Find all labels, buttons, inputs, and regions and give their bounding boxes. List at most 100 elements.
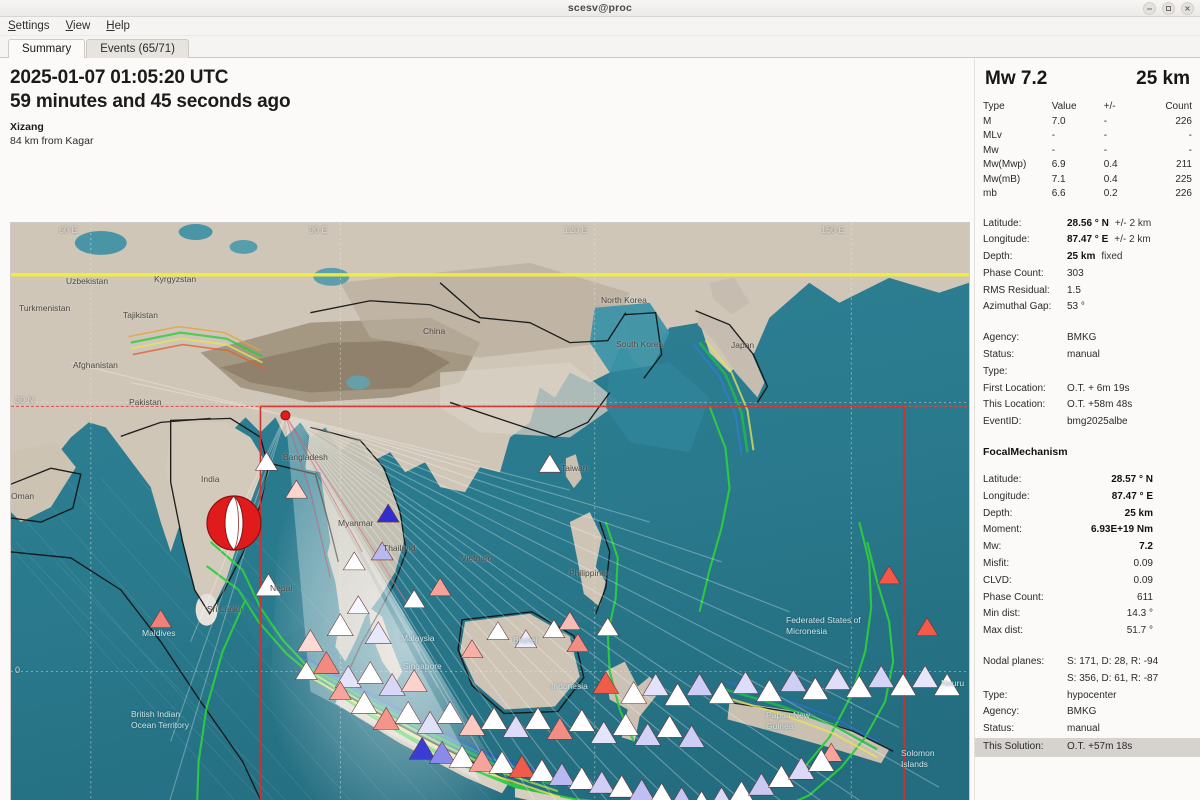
menu-view[interactable]: View: [66, 20, 91, 32]
magnitude-type: mb: [983, 188, 997, 199]
summary-magnitude: Mw 7.2: [985, 68, 1048, 89]
origin-first-location-label: First Location:: [983, 382, 1046, 394]
fm-misfit-value: 0.09: [1133, 558, 1153, 570]
tab-summary[interactable]: Summary: [8, 39, 86, 58]
table-row[interactable]: M 7.0 - 226: [983, 115, 1192, 130]
magnitude-count: 211: [1176, 159, 1192, 170]
fm-type-label: Type:: [983, 689, 1008, 701]
magnitude-type: Mw: [983, 144, 999, 156]
fm-status-value: manual: [1067, 723, 1100, 735]
nodal-plane-1-value: S: 171, D: 28, R: -94: [1067, 656, 1159, 668]
origin-agency-value: BMKG: [1067, 332, 1097, 344]
origin-depth-label: Depth:: [983, 251, 1013, 263]
magnitude-type: MLv: [983, 130, 1002, 141]
fm-this-solution-row[interactable]: This Solution: O.T. +57m 18s: [975, 738, 1200, 757]
fm-agency-row: Agency: BMKG: [983, 704, 1192, 721]
origin-latitude-uncertainty: +/- 2 km: [1114, 217, 1152, 229]
event-header: 2025-01-07 01:05:20 UTC 59 minutes and 4…: [0, 58, 974, 151]
fm-depth-value: 25 km: [1124, 507, 1153, 519]
magnitude-uncertainty: -: [1103, 130, 1108, 141]
origin-eventid-value: bmg2025albe: [1067, 416, 1128, 428]
origin-first-location-row: First Location: O.T. + 6m 19s: [983, 381, 1192, 398]
fm-clvd-label: CLVD:: [983, 574, 1012, 586]
fm-latitude-label: Latitude:: [983, 474, 1022, 486]
origin-first-location-value: O.T. + 6m 19s: [1067, 382, 1130, 394]
fm-phase-count-label: Phase Count:: [983, 591, 1044, 603]
fm-max-dist-row: Max dist: 51.7 °: [983, 623, 1192, 640]
fm-moment-row: Moment: 6.93E+19 Nm: [983, 522, 1192, 539]
magnitude-type: M: [983, 115, 992, 127]
fm-max-dist-value: 51.7 °: [1126, 625, 1153, 637]
fm-type-row: Type: hypocenter: [983, 688, 1192, 705]
origin-eventid-label: EventID:: [983, 416, 1022, 428]
magnitude-count: 225: [1175, 173, 1192, 185]
fm-phase-count-row: Phase Count: 611: [983, 590, 1192, 607]
origin-rms-row: RMS Residual: 1.5: [983, 283, 1192, 300]
fm-moment-value: 6.93E+19 Nm: [1091, 524, 1153, 536]
origin-longitude-label: Longitude:: [983, 234, 1030, 246]
magnitude-col-type: Type: [983, 101, 1005, 112]
origin-longitude-row: Longitude: 87.47 ° E +/- 2 km: [983, 232, 1192, 249]
fm-misfit-label: Misfit:: [983, 558, 1010, 570]
menu-help-rest: elp: [114, 20, 130, 32]
origin-azimuthal-gap-row: Azimuthal Gap: 53 °: [983, 299, 1192, 316]
window-titlebar: scesv@proc: [0, 0, 1200, 17]
menu-settings[interactable]: Settings: [8, 20, 50, 32]
minimize-button[interactable]: [1143, 2, 1156, 15]
fm-depth-row: Depth: 25 km: [983, 506, 1192, 523]
menu-help[interactable]: Help: [106, 20, 130, 32]
magnitude-table-header: Type Value +/- Count: [983, 100, 1192, 115]
magnitude-uncertainty: 0.4: [1103, 173, 1118, 185]
event-nearest-city: 84 km from Kagar: [10, 134, 94, 147]
fm-depth-label: Depth:: [983, 507, 1013, 519]
table-row[interactable]: Mw(mB) 7.1 0.4 225: [983, 173, 1192, 188]
magnitude-value: 7.0: [1051, 115, 1066, 127]
summary-depth: 25 km: [1136, 68, 1190, 89]
map-view[interactable]: 60 E 90 E 120 E 150 E 30 N 0 Turkmenista…: [10, 222, 970, 800]
fm-mw-label: Mw:: [983, 541, 1002, 553]
event-details-sidebar: Mw 7.2 25 km Type Value +/- Count M 7.0 …: [974, 58, 1200, 800]
menu-settings-rest: ettings: [15, 20, 50, 32]
magnitude-uncertainty: -: [1103, 115, 1108, 127]
window-title: scesv@proc: [567, 2, 633, 14]
magnitude-type: Mw(mB): [983, 173, 1021, 185]
fm-status-label: Status:: [983, 723, 1015, 735]
magnitude-value: 6.9: [1051, 159, 1066, 170]
origin-eventid-row: EventID: bmg2025albe: [983, 414, 1192, 431]
magnitude-value: 6.6: [1051, 188, 1066, 199]
fm-this-solution-value: O.T. +57m 18s: [1067, 741, 1133, 753]
origin-longitude-value: 87.47 ° E: [1067, 234, 1109, 246]
magnitude-uncertainty: 0.2: [1103, 188, 1118, 199]
table-row[interactable]: Mw - - -: [983, 144, 1192, 159]
magnitude-uncertainty: -: [1103, 144, 1108, 156]
nodal-planes-spacer: [983, 671, 1067, 688]
origin-depth-value: 25 km: [1067, 251, 1096, 263]
table-row[interactable]: Mw(Mwp) 6.9 0.4 211: [983, 158, 1192, 173]
origin-depth-flag: fixed: [1101, 251, 1123, 263]
nodal-planes-label: Nodal planes:: [983, 656, 1045, 668]
origin-type-value: [1067, 364, 1192, 381]
origin-phase-count-label: Phase Count:: [983, 267, 1044, 279]
table-row[interactable]: mb 6.6 0.2 226: [983, 187, 1192, 202]
fm-latitude-value: 28.57 ° N: [1111, 474, 1153, 486]
close-button[interactable]: [1181, 2, 1194, 15]
event-region: Xizang: [10, 120, 44, 133]
table-row[interactable]: MLv - - -: [983, 129, 1192, 144]
nodal-plane-2-row: S: 356, D: 61, R: -87: [983, 671, 1192, 688]
origin-status-row: Status: manual: [983, 347, 1192, 364]
origin-latitude-row: Latitude: 28.56 ° N +/- 2 km: [983, 216, 1192, 233]
fm-longitude-value: 87.47 ° E: [1111, 490, 1153, 502]
origin-status-label: Status:: [983, 349, 1015, 361]
origin-agency-row: Agency: BMKG: [983, 330, 1192, 347]
summary-magnitude-depth: Mw 7.2 25 km: [983, 66, 1192, 90]
map-canvas[interactable]: 60 E 90 E 120 E 150 E 30 N 0 Turkmenista…: [11, 223, 969, 800]
tab-events[interactable]: Events (65/71): [86, 39, 189, 58]
origin-agency-label: Agency:: [983, 332, 1020, 344]
fm-min-dist-label: Min dist:: [983, 608, 1021, 620]
maximize-button[interactable]: [1162, 2, 1175, 15]
origin-latitude-label: Latitude:: [983, 217, 1022, 229]
nodal-plane-1-row: Nodal planes: S: 171, D: 28, R: -94: [983, 654, 1192, 671]
fm-max-dist-label: Max dist:: [983, 625, 1024, 637]
fm-phase-count-value: 611: [1137, 591, 1153, 603]
fm-mw-value: 7.2: [1139, 541, 1153, 553]
